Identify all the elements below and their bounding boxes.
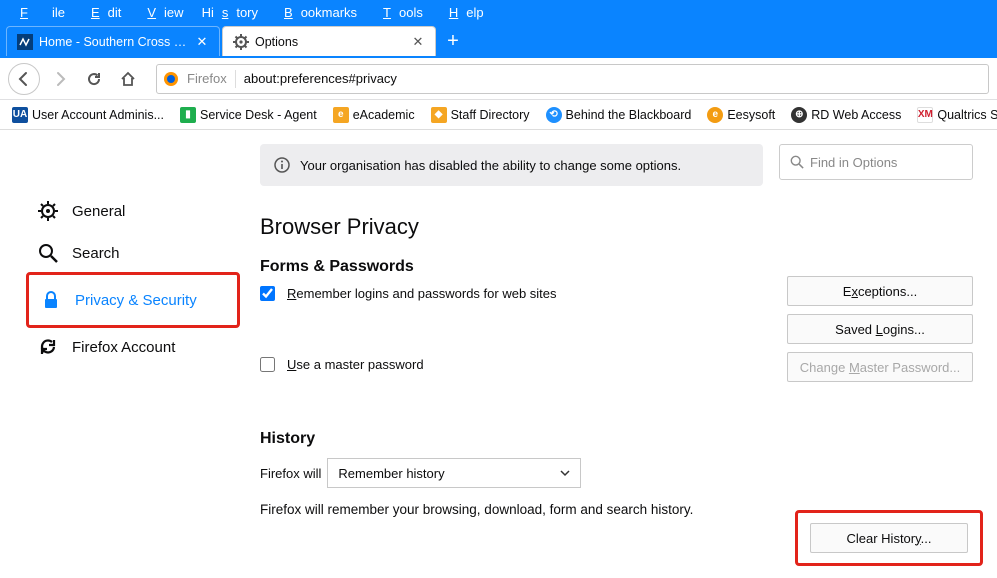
- info-icon: [274, 157, 290, 173]
- close-icon[interactable]: ✕: [411, 34, 425, 50]
- search-icon: [38, 243, 58, 263]
- search-input[interactable]: Find in Options: [779, 144, 973, 180]
- page-title: Browser Privacy: [260, 214, 973, 240]
- highlight-annotation: Privacy & Security: [26, 272, 240, 328]
- bookmark-item[interactable]: ⟲Behind the Blackboard: [540, 104, 698, 126]
- bookmark-favicon: ▮: [180, 107, 196, 123]
- category-label: Search: [72, 245, 120, 262]
- menu-history[interactable]: History: [194, 2, 266, 23]
- bookmark-item[interactable]: eEesysoft: [701, 104, 781, 126]
- banner-text: Your organisation has disabled the abili…: [300, 158, 681, 173]
- exceptions-button[interactable]: Exceptions...: [787, 276, 973, 306]
- new-tab-button[interactable]: +: [438, 26, 468, 56]
- tab-home[interactable]: Home - Southern Cross Univer ✕: [6, 26, 220, 56]
- menu-tools[interactable]: Tools: [367, 2, 431, 23]
- tabstrip: Home - Southern Cross Univer ✕ Options ✕…: [0, 24, 997, 58]
- change-master-password-button: Change Master Password...: [787, 352, 973, 382]
- tab-title: Home - Southern Cross Univer: [39, 35, 195, 49]
- bookmark-item[interactable]: UAUser Account Adminis...: [6, 104, 170, 126]
- category-general[interactable]: General: [26, 190, 240, 232]
- bookmark-favicon: ⊕: [791, 107, 807, 123]
- history-mode-row: Firefox will Remember history: [260, 458, 973, 488]
- highlight-annotation: Clear History...: [795, 510, 983, 566]
- category-label: General: [72, 203, 125, 220]
- bookmark-favicon: e: [707, 107, 723, 123]
- bookmarks-toolbar: UAUser Account Adminis... ▮Service Desk …: [0, 100, 997, 130]
- nav-toolbar: Firefox about:preferences#privacy: [0, 58, 997, 100]
- label: Firefox will: [260, 466, 321, 481]
- bookmark-item[interactable]: XMQualtrics Support: [911, 104, 997, 126]
- history-section: History Firefox will Remember history Fi…: [260, 430, 973, 517]
- history-mode-select[interactable]: Remember history: [327, 458, 581, 488]
- bookmark-favicon: UA: [12, 107, 28, 123]
- menu-file[interactable]: File: [4, 2, 73, 23]
- policy-banner: Your organisation has disabled the abili…: [260, 144, 763, 186]
- category-account[interactable]: Firefox Account: [26, 326, 240, 368]
- close-icon[interactable]: ✕: [195, 34, 209, 50]
- menu-edit[interactable]: Edit: [75, 2, 129, 23]
- master-password-checkbox[interactable]: [260, 357, 275, 372]
- back-button[interactable]: [8, 63, 40, 95]
- tab-favicon: [17, 34, 33, 50]
- tab-title: Options: [255, 35, 411, 49]
- bookmark-item[interactable]: ⊕RD Web Access: [785, 104, 907, 126]
- separator: [235, 70, 236, 88]
- lock-icon: [41, 290, 61, 310]
- select-value: Remember history: [338, 466, 444, 481]
- menu-help[interactable]: Help: [433, 2, 492, 23]
- bookmark-favicon: XM: [917, 107, 933, 123]
- button-column: Exceptions... Saved Logins... Change Mas…: [787, 276, 973, 382]
- checkbox-label: Use a master password: [287, 357, 424, 372]
- url-text: about:preferences#privacy: [244, 71, 397, 86]
- sync-icon: [38, 337, 58, 357]
- tab-options[interactable]: Options ✕: [222, 26, 436, 56]
- checkbox-label: Remember logins and passwords for web si…: [287, 286, 557, 301]
- firefox-icon: [163, 71, 179, 87]
- gear-icon: [38, 201, 58, 221]
- home-button[interactable]: [114, 65, 142, 93]
- section-heading: Forms & Passwords: [260, 258, 973, 276]
- reload-button[interactable]: [80, 65, 108, 93]
- chevron-down-icon: [560, 468, 570, 478]
- category-label: Firefox Account: [72, 339, 175, 356]
- search-icon: [790, 155, 804, 169]
- forward-button[interactable]: [46, 65, 74, 93]
- bookmark-favicon: e: [333, 107, 349, 123]
- identity-label: Firefox: [187, 71, 227, 86]
- url-bar[interactable]: Firefox about:preferences#privacy: [156, 64, 989, 94]
- categories-sidebar: General Search Privacy & Security Firefo…: [0, 130, 250, 578]
- bookmark-item[interactable]: eeAcademic: [327, 104, 421, 126]
- clear-history-button[interactable]: Clear History...: [810, 523, 968, 553]
- category-privacy[interactable]: Privacy & Security: [29, 279, 237, 321]
- category-label: Privacy & Security: [75, 292, 197, 309]
- placeholder-text: Find in Options: [810, 155, 897, 170]
- bookmark-favicon: ⟲: [546, 107, 562, 123]
- bookmark-favicon: ◆: [431, 107, 447, 123]
- bookmark-item[interactable]: ◆Staff Directory: [425, 104, 536, 126]
- preferences-content: General Search Privacy & Security Firefo…: [0, 130, 997, 578]
- menu-bookmarks[interactable]: Bookmarks: [268, 2, 365, 23]
- menubar: File Edit View History Bookmarks Tools H…: [0, 0, 997, 24]
- gear-icon: [233, 34, 249, 50]
- main-pane: Your organisation has disabled the abili…: [250, 130, 997, 578]
- menu-view[interactable]: View: [131, 2, 191, 23]
- category-search[interactable]: Search: [26, 232, 240, 274]
- section-heading: History: [260, 430, 973, 448]
- remember-logins-checkbox[interactable]: [260, 286, 275, 301]
- saved-logins-button[interactable]: Saved Logins...: [787, 314, 973, 344]
- bookmark-item[interactable]: ▮Service Desk - Agent: [174, 104, 323, 126]
